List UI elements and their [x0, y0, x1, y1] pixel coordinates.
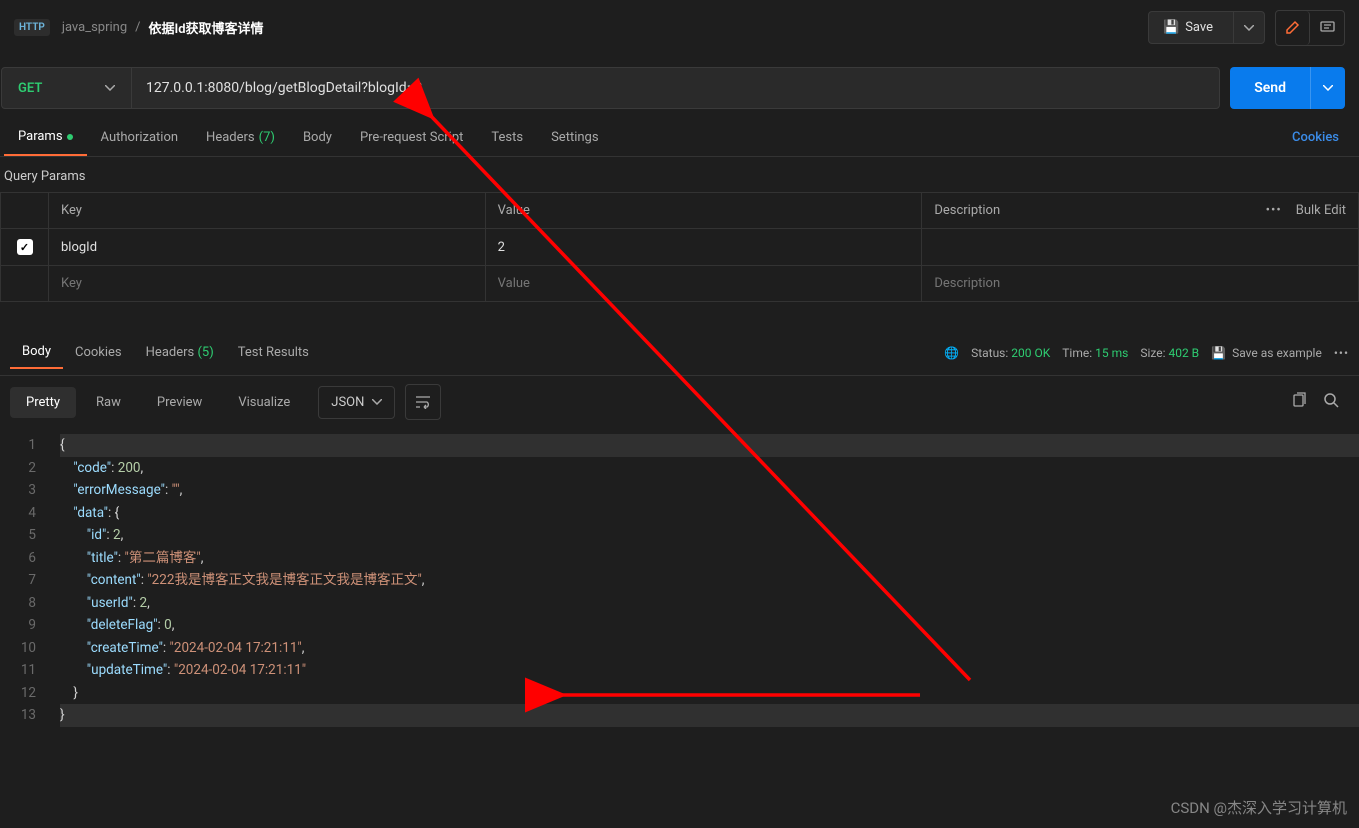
- breadcrumb: java_spring / 依据Id获取博客详情: [62, 18, 264, 37]
- key-input[interactable]: [61, 276, 473, 291]
- size-label: Size:: [1140, 346, 1165, 360]
- comment-button[interactable]: [1310, 11, 1344, 45]
- format-select[interactable]: JSON: [318, 386, 395, 419]
- method-value: GET: [18, 81, 42, 96]
- save-dropdown[interactable]: [1233, 12, 1264, 43]
- header-value: Value: [485, 193, 922, 229]
- response-code[interactable]: 12345678910111213 { "code": 200, "errorM…: [0, 428, 1359, 733]
- tab-tests[interactable]: Tests: [477, 120, 537, 155]
- time-block: Time: 15 ms: [1062, 346, 1128, 360]
- tab-prerequest[interactable]: Pre-request Script: [346, 120, 477, 155]
- watermark: CSDN @杰深入学习计算机: [1171, 797, 1347, 818]
- globe-icon[interactable]: 🌐: [944, 346, 959, 360]
- description-input[interactable]: [934, 276, 1346, 291]
- resp-tab-cookies[interactable]: Cookies: [63, 337, 134, 368]
- breadcrumb-request: 依据Id获取博客详情: [149, 18, 264, 37]
- size-block: Size: 402 B: [1140, 346, 1199, 360]
- tab-headers[interactable]: Headers (7): [192, 120, 289, 155]
- tab-label: Params: [18, 129, 63, 144]
- viewer-visualize[interactable]: Visualize: [222, 387, 306, 418]
- value-input[interactable]: [498, 276, 910, 291]
- request-tabs: Params Authorization Headers (7) Body Pr…: [0, 119, 1359, 157]
- tab-label: Headers: [206, 130, 255, 145]
- headers-count: (5): [197, 345, 213, 360]
- http-icon: HTTP: [14, 19, 50, 36]
- save-label: Save: [1185, 20, 1213, 35]
- header-key: Key: [49, 193, 486, 229]
- viewer-pretty[interactable]: Pretty: [10, 387, 76, 418]
- tab-params[interactable]: Params: [4, 119, 87, 156]
- method-url-bar: GET: [1, 67, 1220, 109]
- chevron-down-icon: [1244, 25, 1254, 31]
- status-block: Status: 200 OK: [971, 346, 1050, 360]
- save-button-group: 💾 Save: [1148, 11, 1265, 44]
- bulk-edit-link[interactable]: Bulk Edit: [1296, 203, 1346, 218]
- save-example-label: Save as example: [1232, 346, 1322, 360]
- format-value: JSON: [331, 395, 364, 410]
- code-body[interactable]: { "code": 200, "errorMessage": "", "data…: [46, 428, 1359, 733]
- save-icon: 💾: [1163, 20, 1179, 35]
- status-value: 200 OK: [1011, 346, 1050, 360]
- resp-tab-tests[interactable]: Test Results: [226, 337, 321, 368]
- cookies-link[interactable]: Cookies: [1276, 120, 1355, 155]
- params-table: Key Value Description ••• Bulk Edit ✓ bl…: [0, 192, 1359, 302]
- tab-settings[interactable]: Settings: [537, 120, 612, 155]
- send-dropdown[interactable]: [1310, 67, 1345, 109]
- wrap-icon: [415, 395, 431, 409]
- header-description: Description ••• Bulk Edit: [922, 193, 1359, 229]
- response-tabs: Body Cookies Headers (5) Test Results 🌐 …: [0, 330, 1359, 376]
- more-icon[interactable]: •••: [1334, 346, 1349, 360]
- breadcrumb-sep: /: [135, 20, 140, 35]
- line-gutter: 12345678910111213: [0, 428, 46, 733]
- chevron-down-icon: [372, 399, 382, 405]
- edit-button[interactable]: [1276, 11, 1310, 45]
- method-select[interactable]: GET: [2, 68, 132, 108]
- send-button[interactable]: Send: [1230, 67, 1310, 109]
- size-value: 402 B: [1168, 346, 1199, 360]
- breadcrumb-collection[interactable]: java_spring: [62, 20, 127, 35]
- comment-icon: [1320, 20, 1335, 35]
- tab-label: Headers: [146, 345, 195, 360]
- url-input[interactable]: [132, 68, 1219, 108]
- viewer-preview[interactable]: Preview: [141, 387, 218, 418]
- headers-count: (7): [259, 130, 275, 145]
- save-as-example-button[interactable]: 💾 Save as example: [1211, 346, 1322, 360]
- header-description-label: Description: [934, 203, 1000, 218]
- chevron-down-icon: [105, 85, 115, 91]
- query-params-title: Query Params: [0, 157, 1359, 192]
- table-row-empty: [1, 266, 1359, 302]
- wrap-toggle[interactable]: [405, 384, 441, 420]
- send-label: Send: [1254, 80, 1286, 96]
- time-label: Time:: [1062, 346, 1092, 360]
- row-checkbox[interactable]: ✓: [17, 239, 33, 255]
- param-description[interactable]: [922, 229, 1359, 266]
- tab-authorization[interactable]: Authorization: [87, 120, 193, 155]
- tab-body[interactable]: Body: [289, 120, 346, 155]
- param-key[interactable]: blogId: [49, 229, 486, 266]
- copy-icon[interactable]: [1291, 392, 1307, 412]
- save-icon: 💾: [1211, 346, 1226, 360]
- viewer-raw[interactable]: Raw: [80, 387, 137, 418]
- resp-tab-body[interactable]: Body: [10, 336, 63, 369]
- chevron-down-icon: [1323, 85, 1333, 91]
- send-button-group: Send: [1230, 67, 1345, 109]
- time-value: 15 ms: [1095, 346, 1128, 360]
- status-label: Status:: [971, 346, 1008, 360]
- more-icon[interactable]: •••: [1266, 203, 1282, 218]
- pencil-icon: [1285, 20, 1300, 35]
- save-button[interactable]: 💾 Save: [1149, 12, 1227, 43]
- header-checkbox-cell: [1, 193, 49, 229]
- resp-tab-headers[interactable]: Headers (5): [134, 337, 226, 368]
- search-icon[interactable]: [1323, 392, 1339, 412]
- active-dot-icon: [67, 134, 73, 140]
- table-row: ✓ blogId 2: [1, 229, 1359, 266]
- param-value[interactable]: 2: [485, 229, 922, 266]
